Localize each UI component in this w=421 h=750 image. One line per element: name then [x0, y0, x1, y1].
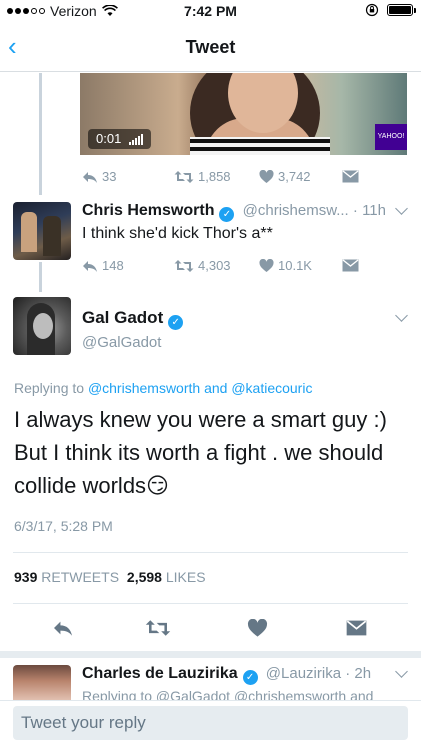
retweet-count: 4,303	[198, 258, 231, 273]
video-time-label: 0:01	[96, 131, 122, 146]
likes-stat[interactable]: 2,598 LIKES	[127, 569, 206, 585]
direct-message-button[interactable]	[342, 170, 359, 183]
author-handle: @GalGadot	[82, 334, 162, 351]
nav-bar: ‹ Tweet	[0, 22, 421, 72]
main-tweet-author[interactable]: Gal Gadot ✓ @GalGadot	[82, 308, 184, 351]
battery-icon	[387, 4, 416, 16]
author-name[interactable]: Chris Hemsworth	[82, 202, 214, 219]
retweet-button[interactable]: 4,303	[174, 258, 259, 273]
video-duration: 0:01	[88, 129, 152, 149]
status-time: 7:42 PM	[184, 3, 237, 19]
reply-icon[interactable]	[52, 619, 74, 637]
replying-to: Replying to @chrishemsworth and @katieco…	[14, 380, 312, 396]
retweets-stat[interactable]: 939 RETWEETS	[14, 569, 123, 585]
heart-icon	[259, 169, 274, 183]
reply-button[interactable]: 33	[82, 169, 174, 184]
direct-message-button[interactable]	[342, 259, 359, 272]
author-name[interactable]: Charles de Lauzirika	[82, 665, 238, 682]
volume-bars-icon	[129, 133, 144, 145]
retweets-label: RETWEETS	[41, 569, 120, 585]
tweet-time: · 11h	[352, 202, 386, 219]
divider	[13, 603, 408, 604]
main-tweet-text: I always knew you were a smart guy :) Bu…	[14, 407, 387, 498]
avatar[interactable]	[13, 202, 71, 260]
heart-icon	[259, 258, 274, 272]
rotation-lock-icon	[365, 3, 379, 17]
like-count: 3,742	[278, 169, 311, 184]
tweet-menu-chevron-icon[interactable]	[395, 309, 408, 322]
section-separator	[0, 651, 421, 658]
retweet-icon	[174, 170, 194, 183]
tweet-menu-chevron-icon[interactable]	[395, 202, 408, 215]
chris-tweet-actions: 148 4,303 10.1K	[82, 258, 359, 273]
video-player[interactable]: 0:01 YAHOO!	[80, 73, 407, 155]
retweet-total: 939	[14, 569, 38, 585]
prev-tweet-actions: 33 1,858 3,742	[82, 169, 359, 184]
status-right	[365, 3, 416, 17]
next-tweet-header: Charles de Lauzirika ✓ @Lauzirika · 2h	[82, 665, 371, 685]
video-brand-logo: YAHOO!	[375, 124, 407, 150]
tweet-timestamp: 6/3/17, 5:28 PM	[14, 518, 113, 534]
envelope-icon	[342, 259, 359, 272]
tweet-stats: 939 RETWEETS 2,598 LIKES	[14, 569, 206, 585]
retweet-count: 1,858	[198, 169, 231, 184]
avatar[interactable]	[13, 297, 71, 355]
author-handle[interactable]: @chrishemsw...	[243, 202, 349, 219]
like-button[interactable]: 10.1K	[259, 258, 342, 273]
replying-to-label: Replying to	[14, 380, 85, 396]
envelope-icon	[342, 170, 359, 183]
mention-link[interactable]: @katiecouric	[231, 380, 312, 396]
reply-count: 33	[102, 169, 117, 184]
nav-title: Tweet	[185, 37, 236, 57]
retweet-button[interactable]: 1,858	[174, 169, 259, 184]
author-handle[interactable]: @Lauzirika	[266, 665, 341, 682]
reply-button[interactable]: 148	[82, 258, 174, 273]
avatar[interactable]	[13, 665, 71, 705]
chris-tweet-text: I think she'd kick Thor's a**	[82, 225, 273, 242]
tweet-menu-chevron-icon[interactable]	[395, 665, 408, 678]
tweet-time: · 2h	[345, 665, 372, 682]
reply-icon	[83, 171, 97, 183]
like-button[interactable]: 3,742	[259, 169, 342, 184]
mention-link[interactable]: @chrishemsworth	[88, 380, 200, 396]
retweet-icon[interactable]	[145, 619, 171, 637]
verified-badge-icon: ✓	[168, 315, 184, 330]
thread-line	[39, 73, 42, 195]
retweet-icon	[174, 259, 194, 272]
thread-line	[39, 262, 42, 292]
verified-badge-icon: ✓	[242, 670, 258, 685]
divider	[13, 552, 408, 553]
status-bar: Verizon 7:42 PM	[0, 0, 421, 22]
likes-label: LIKES	[165, 569, 206, 585]
mention-conjunction[interactable]: and	[204, 380, 227, 396]
like-total: 2,598	[126, 569, 162, 585]
chris-tweet-header: Chris Hemsworth ✓ @chrishemsw... · 11h	[82, 202, 386, 222]
heart-icon[interactable]	[247, 619, 268, 638]
verified-badge-icon: ✓	[219, 207, 235, 222]
author-name: Gal Gadot	[82, 308, 164, 327]
reply-count: 148	[102, 258, 124, 273]
like-count: 10.1K	[278, 258, 312, 273]
envelope-icon[interactable]	[346, 620, 367, 636]
reply-icon	[83, 260, 97, 272]
main-tweet-actions	[0, 615, 421, 641]
reply-input[interactable]: Tweet your reply	[13, 706, 408, 740]
